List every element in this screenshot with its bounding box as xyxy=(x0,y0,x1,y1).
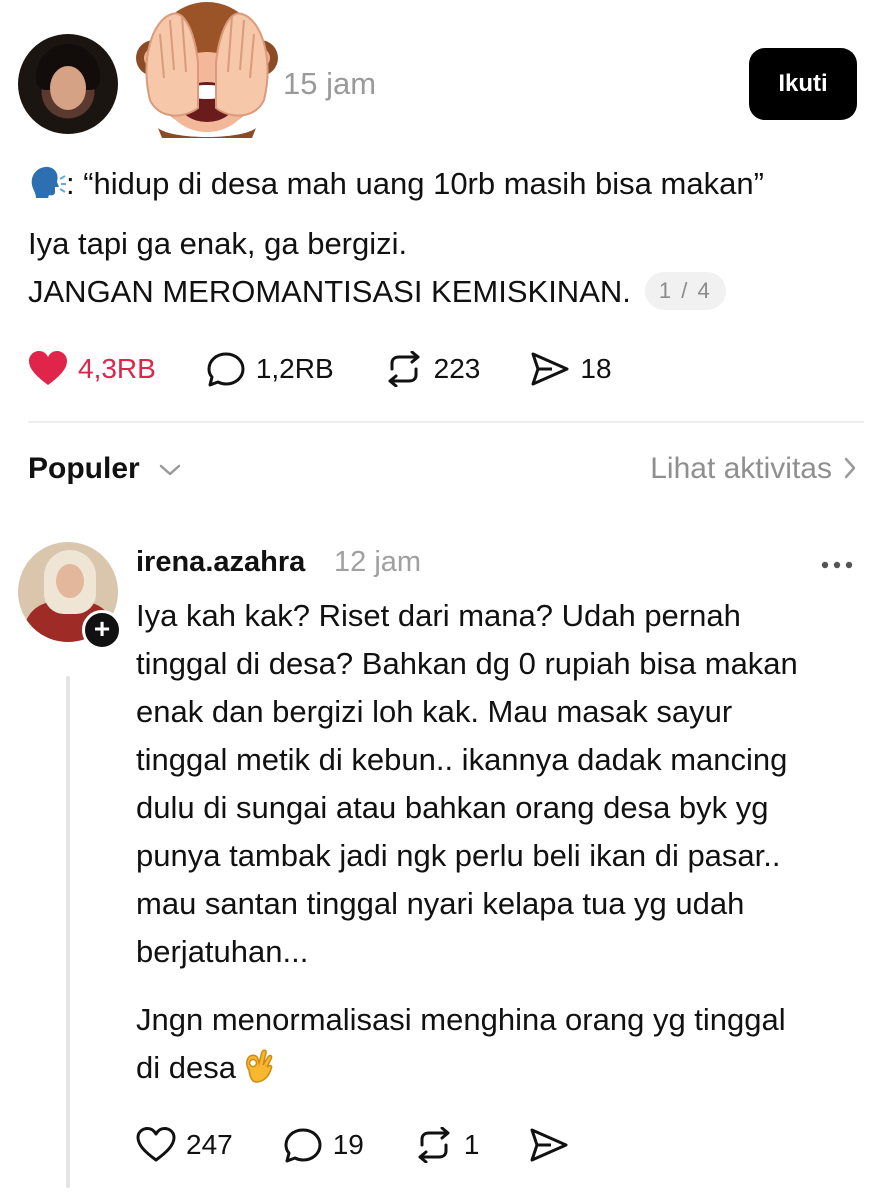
reply-line: di desa xyxy=(136,1050,236,1085)
post-line-2: Iya tapi ga enak, ga bergizi. xyxy=(28,226,408,261)
post-shout-text: JANGAN MEROMANTISASI KEMISKINAN. xyxy=(28,274,631,309)
reply-share-button[interactable] xyxy=(529,1127,579,1163)
post-line-3: JANGAN MEROMANTISASI KEMISKINAN. 1 / 4 xyxy=(28,268,858,316)
reply-line: Iya kah kak? Riset dari mana? Udah perna… xyxy=(136,598,741,633)
chevron-down-icon[interactable] xyxy=(158,460,182,480)
reply-count: 1,2RB xyxy=(255,353,334,384)
reply-like-count: 247 xyxy=(186,1129,233,1160)
follow-plus-badge[interactable]: + xyxy=(82,610,122,650)
reply-repost-count: 1 xyxy=(463,1129,480,1160)
repost-icon xyxy=(388,351,420,387)
reply-button[interactable]: 1,2RB xyxy=(206,351,334,387)
share-count: 18 xyxy=(580,353,612,384)
comment-icon xyxy=(207,352,245,387)
heart-outline-icon xyxy=(136,1127,176,1162)
reply-username[interactable]: irena.azahra xyxy=(136,546,305,579)
post-line-1: : “hidup di desa mah uang 10rb masih bis… xyxy=(28,160,858,208)
sort-dropdown-label[interactable]: Populer xyxy=(28,452,140,486)
reply-actions: 247 19 1 xyxy=(136,1122,629,1168)
reply-line: punya tambak jadi ngk perlu beli ikan di… xyxy=(136,838,781,873)
post-header: 15 jam Ikuti xyxy=(0,0,892,150)
post-actions: 4,3RB 1,2RB 223 18 xyxy=(28,346,662,392)
avatar-face xyxy=(56,564,84,598)
post-quote-text: : “hidup di desa mah uang 10rb masih bis… xyxy=(66,166,764,201)
reply-like-button[interactable]: 247 xyxy=(136,1127,233,1163)
page-counter[interactable]: 1 / 4 xyxy=(644,272,726,310)
more-options-icon[interactable] xyxy=(820,560,854,570)
reply-comment-count: 19 xyxy=(332,1129,364,1160)
reply-line: Jngn menormalisasi menghina orang yg tin… xyxy=(136,1002,786,1037)
reply-line: berjatuhan... xyxy=(136,934,309,969)
reply-repost-button[interactable]: 1 xyxy=(414,1127,480,1163)
speaking-head-icon xyxy=(31,166,66,198)
view-activity-link[interactable]: Lihat aktivitas xyxy=(650,452,858,486)
share-button[interactable]: 18 xyxy=(530,351,612,387)
author-avatar[interactable] xyxy=(18,34,118,134)
follow-button[interactable]: Ikuti xyxy=(749,48,857,120)
send-icon xyxy=(531,352,569,386)
repost-icon xyxy=(418,1127,450,1163)
comment-icon xyxy=(284,1128,322,1163)
thread-line xyxy=(66,676,70,1188)
like-button[interactable]: 4,3RB xyxy=(28,351,156,387)
chevron-right-icon xyxy=(844,457,856,479)
post-timestamp: 15 jam xyxy=(283,66,377,101)
repost-count: 223 xyxy=(433,353,481,384)
reply-timestamp: 12 jam xyxy=(334,546,422,578)
sort-row: Populer Lihat aktivitas xyxy=(28,452,858,496)
repost-button[interactable]: 223 xyxy=(384,351,481,387)
reply-line: tinggal metik di kebun.. ikannya dadak m… xyxy=(136,742,788,777)
reply-line: mau santan tinggal nyari kelapa tua yg u… xyxy=(136,886,745,921)
reply-body: Iya kah kak? Riset dari mana? Udah perna… xyxy=(136,592,866,1092)
heart-filled-icon xyxy=(29,351,67,385)
view-activity-label: Lihat aktivitas xyxy=(650,452,832,485)
reply-line: dulu di sungai atau bahkan orang desa by… xyxy=(136,790,769,825)
avatar-face xyxy=(50,66,86,110)
divider xyxy=(28,421,864,423)
reply-line: enak dan bergizi loh kak. Mau masak sayu… xyxy=(136,694,733,729)
reply-last-line: di desa xyxy=(136,1044,866,1092)
reply-comment-button[interactable]: 19 xyxy=(283,1127,364,1163)
post-body: : “hidup di desa mah uang 10rb masih bis… xyxy=(28,160,858,316)
like-count: 4,3RB xyxy=(78,353,156,384)
see-no-evil-monkey-icon xyxy=(136,2,278,138)
send-icon xyxy=(530,1128,568,1162)
reply-line: tinggal di desa? Bahkan dg 0 rupiah bisa… xyxy=(136,646,798,681)
ok-hand-icon xyxy=(245,1049,273,1083)
